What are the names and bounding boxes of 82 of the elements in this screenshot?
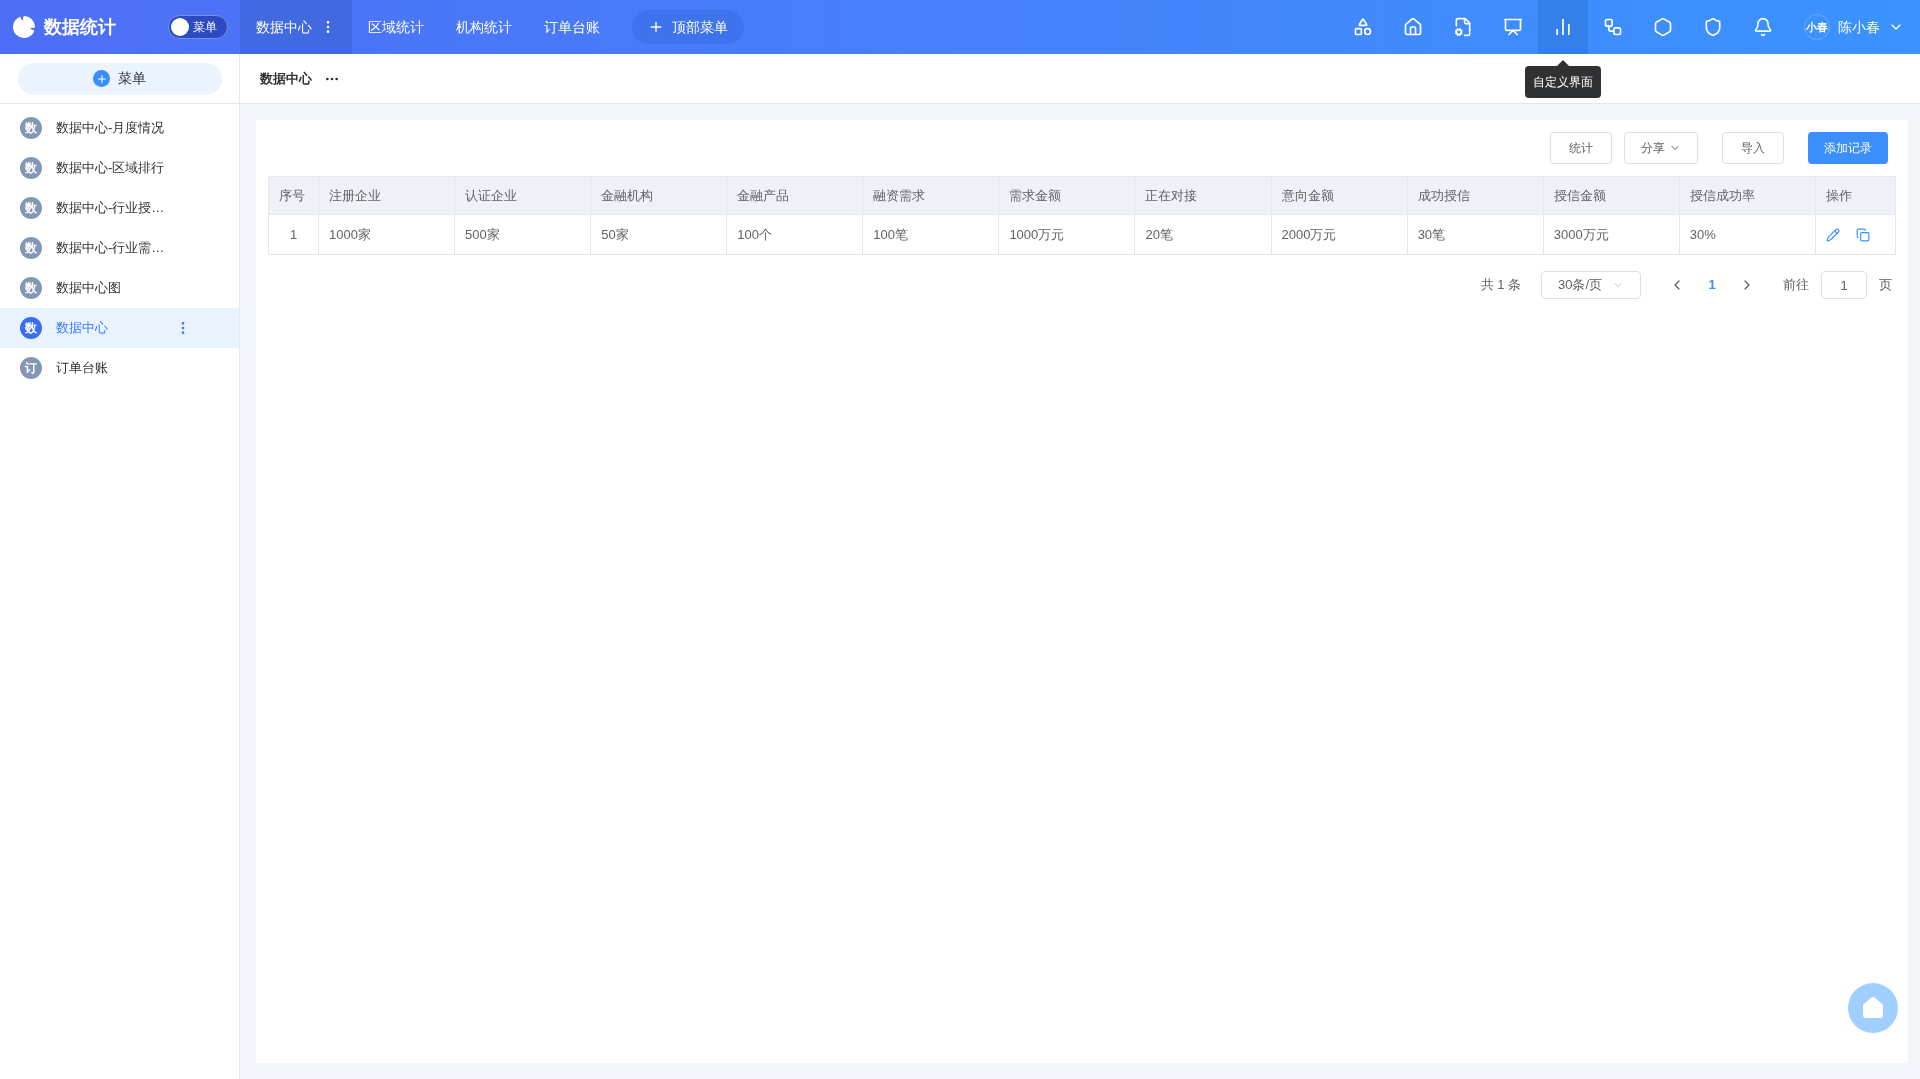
nav-tab[interactable]: 订单台账 — [528, 0, 616, 54]
table-cell: 20笔 — [1134, 214, 1272, 255]
item-badge: 数 — [20, 157, 42, 179]
table-cell: 3000万元 — [1543, 214, 1680, 255]
column-header: 金融产品 — [726, 176, 863, 215]
share-dropdown[interactable]: 分享 — [1624, 132, 1698, 164]
nav-tab[interactable]: 机构统计 — [440, 0, 528, 54]
file-gear-icon — [1453, 17, 1473, 37]
sidebar-item[interactable]: 数 数据中心-行业需… — [0, 228, 239, 268]
item-badge: 数 — [20, 277, 42, 299]
item-label: 数据中心-行业需… — [56, 239, 165, 258]
shield-icon — [1703, 17, 1723, 37]
column-header: 融资需求 — [862, 176, 999, 215]
sidebar-item[interactable]: 数 数据中心-区域排行 — [0, 148, 239, 188]
item-badge: 数 — [20, 317, 42, 339]
table-cell: 500家 — [454, 214, 591, 255]
item-badge: 数 — [20, 237, 42, 259]
sidebar-item[interactable]: 数 数据中心-行业授… — [0, 188, 239, 228]
action-button[interactable]: 统计 — [1550, 132, 1612, 164]
toolbar-button[interactable] — [1538, 0, 1588, 54]
table-cell: 30笔 — [1407, 214, 1544, 255]
action-button[interactable]: 导入 — [1722, 132, 1784, 164]
item-badge: 订 — [20, 357, 42, 379]
table-cell: 2000万元 — [1271, 214, 1408, 255]
nav-tab[interactable]: 数据中心 — [240, 0, 352, 54]
column-header: 金融机构 — [590, 176, 727, 215]
item-label: 数据中心 — [56, 319, 108, 338]
column-header: 正在对接 — [1134, 176, 1272, 215]
tooltip: 自定义界面 — [1525, 66, 1601, 98]
table-cell: 100笔 — [862, 214, 999, 255]
workflow-icon — [1603, 17, 1623, 37]
plus-icon — [648, 19, 664, 35]
home-float-button[interactable] — [1848, 983, 1898, 1033]
bell-icon — [1753, 17, 1773, 37]
item-label: 数据中心-区域排行 — [56, 159, 165, 178]
item-label: 订单台账 — [56, 359, 108, 378]
bar-chart-icon — [1553, 17, 1573, 37]
plus-icon — [93, 70, 110, 87]
item-badge: 数 — [20, 117, 42, 139]
shapes-icon — [1353, 17, 1373, 37]
column-header: 授信金额 — [1543, 176, 1680, 215]
goto-page-field[interactable]: 1 — [1821, 271, 1867, 299]
hexagon-icon — [1653, 17, 1673, 37]
table-cell: 30% — [1679, 214, 1816, 255]
breadcrumb-title: 数据中心 — [260, 69, 312, 88]
item-label: 数据中心图 — [56, 279, 121, 298]
column-header: 注册企业 — [318, 176, 455, 215]
copy-icon[interactable] — [1856, 227, 1870, 242]
menu-toggle[interactable]: 菜单 — [168, 15, 228, 39]
table-cell: 50家 — [590, 214, 727, 255]
presentation-icon — [1503, 17, 1523, 37]
sidebar-item[interactable]: 数 数据中心-月度情况 — [0, 108, 239, 148]
home-icon — [1861, 996, 1885, 1020]
add-menu-button[interactable]: 菜单 — [17, 62, 222, 95]
column-header: 意向金额 — [1271, 176, 1408, 215]
goto-suffix: 页 — [1879, 276, 1892, 295]
pie-chart-icon — [12, 15, 36, 39]
column-header: 成功授信 — [1407, 176, 1544, 215]
table-cell: 1000万元 — [998, 214, 1135, 255]
column-header: 操作 — [1815, 176, 1896, 215]
sidebar-item[interactable]: 数 数据中心 — [0, 308, 239, 348]
home-icon — [1403, 17, 1423, 37]
table-cell: 1 — [268, 214, 319, 255]
app-title: 数据统计 — [44, 15, 116, 39]
sidebar-item[interactable]: 数 数据中心图 — [0, 268, 239, 308]
item-badge: 数 — [20, 197, 42, 219]
page-size-select[interactable]: 30条/页 — [1541, 271, 1641, 299]
sidebar-item[interactable]: 订 订单台账 — [0, 348, 239, 388]
total-count: 共 1 条 — [1480, 276, 1521, 295]
column-header: 授信成功率 — [1679, 176, 1816, 215]
user-name: 陈小春 — [1838, 17, 1880, 37]
table-cell: 100个 — [726, 214, 863, 255]
item-label: 数据中心-行业授… — [56, 199, 165, 218]
column-header: 序号 — [268, 176, 319, 215]
column-header: 认证企业 — [454, 176, 591, 215]
edit-icon[interactable] — [1826, 227, 1840, 242]
nav-tab[interactable]: 区域统计 — [352, 0, 440, 54]
goto-label: 前往 — [1783, 276, 1809, 295]
item-label: 数据中心-月度情况 — [56, 119, 165, 138]
table-cell: 1000家 — [318, 214, 455, 255]
column-header: 需求金额 — [998, 176, 1135, 215]
top-menu-button[interactable]: 顶部菜单 — [632, 10, 744, 44]
